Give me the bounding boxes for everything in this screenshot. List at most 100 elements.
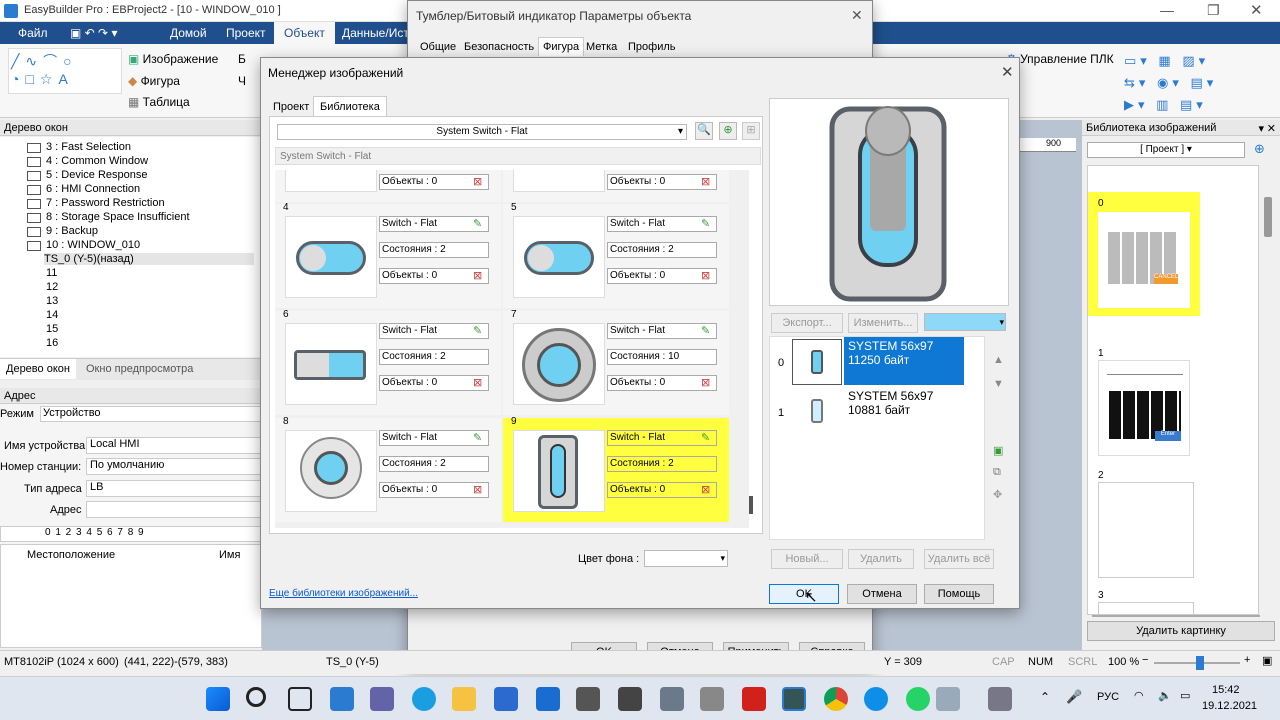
more-libraries-link[interactable]: Еще библиотеки изображений... (269, 588, 418, 599)
teamviewer-icon[interactable] (864, 687, 888, 711)
search-icon[interactable]: ⊕ (1254, 141, 1265, 157)
chrome-icon[interactable] (824, 687, 848, 711)
delete-all-button[interactable]: Удалить всё (924, 549, 994, 569)
image-cell[interactable]: Объекты : 0 ⊠ (503, 170, 729, 202)
move-down-icon[interactable]: ▼ (993, 378, 1004, 390)
teams-icon[interactable] (370, 687, 394, 711)
empty-thumbnail[interactable] (1098, 482, 1194, 578)
tab-data[interactable]: Данные/Ист (342, 26, 409, 40)
delete-usage-icon[interactable]: ⊠ (473, 376, 487, 390)
app-icon[interactable] (936, 687, 960, 711)
store-icon[interactable] (494, 687, 518, 711)
tab-profile[interactable]: Профиль (628, 41, 676, 53)
delete-usage-icon[interactable]: ⊠ (473, 269, 487, 283)
empty-thumbnail[interactable] (1098, 602, 1194, 614)
shape-tool[interactable]: ◆ Фигура (128, 74, 180, 88)
mail-icon[interactable] (536, 687, 560, 711)
device-name-field[interactable]: Local HMI (86, 437, 262, 454)
tab-preview[interactable]: Окно предпросмотра (86, 363, 193, 375)
image-cell[interactable]: Объекты : 0 ⊠ (275, 170, 501, 202)
battery-icon[interactable]: ▭ (1180, 689, 1190, 702)
help-button[interactable]: Помощь (924, 584, 994, 604)
task-view-icon[interactable] (288, 687, 312, 711)
close-icon[interactable]: ✕ (1250, 1, 1263, 19)
table-tool[interactable]: ▦ Таблица (128, 95, 190, 109)
tree-item[interactable]: 14 (46, 309, 58, 321)
numpad-thumbnail[interactable]: Enter (1098, 360, 1190, 456)
image-cell[interactable]: 5 Switch - Flat ✎ Состояния : 2 Объекты : 0 ⊠ (503, 202, 729, 308)
edit-pencil-icon[interactable]: ✎ (473, 431, 487, 445)
edit-pencil-icon[interactable]: ✎ (473, 324, 487, 338)
tree-item[interactable]: 10 : WINDOW_010 (46, 239, 140, 251)
zoom-thumb[interactable] (1196, 656, 1204, 670)
delete-usage-icon[interactable]: ⊠ (473, 483, 487, 497)
wifi-icon[interactable]: ◠ (1134, 689, 1144, 702)
clock-date[interactable]: 19.12.2021 (1202, 700, 1257, 712)
delete-button[interactable]: Удалить (848, 549, 914, 569)
tree-item[interactable]: 7 : Password Restriction (46, 197, 165, 209)
microphone-icon[interactable]: 🎤 (1066, 689, 1082, 705)
tab-shape[interactable]: Фигура (538, 37, 585, 56)
whatsapp-icon[interactable] (906, 687, 930, 711)
image-cell[interactable]: 9 Switch - Flat ✎ Состояния : 2 Объекты : 0 ⊠ (503, 416, 729, 522)
copy-state-icon[interactable]: ⧉ (993, 466, 1001, 479)
delete-picture-button[interactable]: Удалить картинку (1087, 621, 1275, 641)
pane-close-icon[interactable]: ✕ (1267, 122, 1276, 135)
easybuilder-icon[interactable] (782, 687, 806, 711)
tree-item-selected[interactable]: TS_0 (Y-5)(назад) (44, 253, 254, 265)
name-col-header[interactable]: Имя (219, 549, 240, 561)
search-icon[interactable] (246, 687, 266, 707)
tree-item[interactable]: 6 : HMI Connection (46, 183, 140, 195)
tab-label[interactable]: Метка (586, 41, 617, 53)
library-settings-icon[interactable]: ⊞ (742, 122, 760, 140)
export-button[interactable]: Экспорт... (771, 313, 843, 333)
tree-item[interactable]: 11 (46, 267, 57, 279)
move-up-icon[interactable]: ▲ (993, 354, 1004, 366)
paste-state-icon[interactable]: ✥ (993, 488, 1002, 501)
tab-security[interactable]: Безопасность (464, 41, 534, 53)
tab-library[interactable]: Библиотека (313, 96, 387, 117)
tree-item[interactable]: 8 : Storage Space Insufficient (46, 211, 190, 223)
location-col-header[interactable]: Местоположение (27, 549, 115, 561)
tree-item[interactable]: 13 (46, 295, 58, 307)
restore-icon[interactable]: ❐ (1207, 2, 1220, 19)
grid-scrollbar[interactable] (749, 496, 753, 514)
tab-project[interactable]: Проект (273, 101, 309, 113)
edit-pencil-icon[interactable]: ✎ (701, 217, 715, 231)
bgcolor-picker[interactable]: ▾ (644, 550, 728, 567)
address-field[interactable] (86, 501, 262, 518)
add-state-icon[interactable]: ▣ (993, 444, 1003, 457)
app-icon[interactable] (700, 687, 724, 711)
minimize-icon[interactable]: — (1160, 2, 1174, 18)
properties-close-icon[interactable]: ✕ (851, 7, 863, 24)
library-select[interactable]: System Switch - Flat ▾ (277, 124, 687, 140)
color-dropdown[interactable]: ▾ (924, 313, 1006, 331)
library-item-selected[interactable]: 0 CANCEL (1088, 192, 1200, 316)
tab-file[interactable]: Файл (18, 26, 48, 40)
tab-object[interactable]: Объект (274, 22, 335, 44)
pdf-icon[interactable] (742, 687, 766, 711)
explorer-icon[interactable] (452, 687, 476, 711)
address-type-field[interactable]: LB (86, 480, 262, 497)
dialog-close-icon[interactable]: ✕ (1001, 63, 1014, 81)
clock-time[interactable]: 15:42 (1212, 684, 1240, 696)
change-button[interactable]: Изменить... (848, 313, 918, 333)
ok-button[interactable]: OK (769, 584, 839, 604)
shape-tools[interactable]: ╱∿⌒○ ◔□☆A (8, 48, 122, 94)
pin-icon[interactable]: ▾ (1258, 122, 1264, 135)
camera-icon[interactable] (576, 687, 600, 711)
fit-icon[interactable]: ▣ (1262, 654, 1272, 667)
app-icon[interactable] (660, 687, 684, 711)
delete-usage-icon[interactable]: ⊠ (701, 483, 715, 497)
tab-home[interactable]: Домой (170, 26, 207, 40)
language-indicator[interactable]: РУС (1097, 691, 1119, 703)
tree-item[interactable]: 5 : Device Response (46, 169, 148, 181)
image-cell[interactable]: 6 Switch - Flat ✎ Состояния : 2 Объекты : 0 ⊠ (275, 309, 501, 415)
station-field[interactable]: По умолчанию (86, 458, 262, 475)
tree-item[interactable]: 15 (46, 323, 58, 335)
tree-item[interactable]: 3 : Fast Selection (46, 141, 131, 153)
volume-icon[interactable]: 🔈 (1158, 689, 1172, 702)
plc-control[interactable]: ⚙ Управление ПЛК (1006, 52, 1114, 66)
app-icon[interactable] (988, 687, 1012, 711)
picture-tool[interactable]: ▣ Изображение (128, 52, 218, 66)
